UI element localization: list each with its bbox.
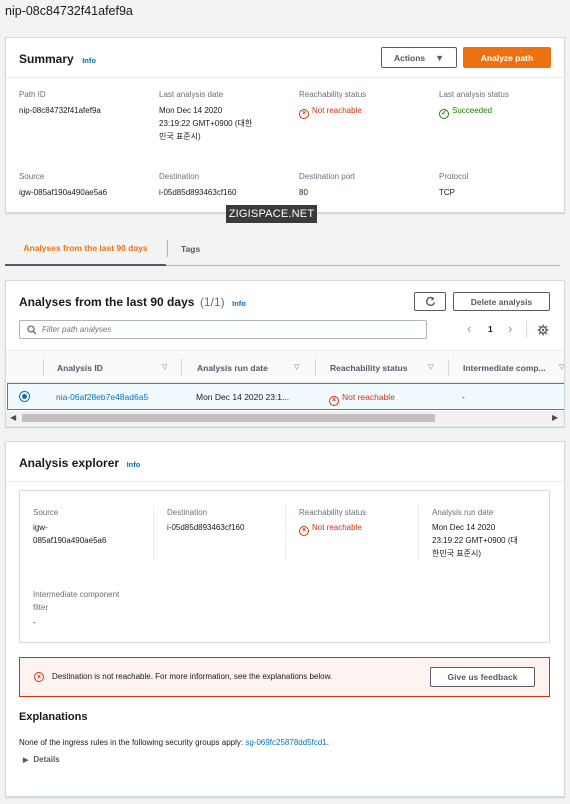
row-intermediate: - [462,392,465,402]
explorer-run-date-line2: 23:19:22 GMT+0900 (대 [432,536,518,545]
explanation-text: None of the ingress rules in the followi… [19,738,246,747]
row-radio-selected[interactable] [19,391,30,402]
settings-gear-icon[interactable] [537,324,549,336]
summary-info-link[interactable]: Info [82,56,96,65]
summary-card: Summary Info Actions ▼ Analyze path Path… [5,37,565,213]
actions-button[interactable]: Actions ▼ [381,47,457,68]
path-id-label: Path ID [19,90,46,99]
last-analysis-date-line1: Mon Dec 14 2020 [159,106,223,115]
scroll-left-arrow-icon[interactable]: ◀ [10,413,16,422]
scroll-right-arrow-icon[interactable]: ▶ [552,413,558,422]
last-analysis-date-line3: 민국 표준시) [159,132,201,141]
intermediate-filter-label-line2: filter [33,603,49,612]
error-alert-text: Destination is not reachable. For more i… [52,672,333,681]
last-analysis-date-label: Last analysis date [159,90,224,99]
refresh-icon [425,296,435,307]
analyses-title: Analyses from the last 90 days [19,295,195,309]
protocol-label: Protocol [439,172,469,181]
column-header-run-date[interactable]: Analysis run date [197,363,268,373]
details-label: Details [33,755,60,764]
error-icon: × [299,108,309,119]
last-analysis-status-label: Last analysis status [439,90,509,99]
destination-port-value: 80 [299,188,308,197]
column-header-analysis-id[interactable]: Analysis ID [57,363,103,373]
destination-value: i-05d85d893463cf160 [159,188,237,197]
explorer-title: Analysis explorer [19,456,120,470]
explorer-source-line1: igw- [33,523,48,532]
filter-input-wrapper[interactable] [19,320,427,339]
explorer-source-label: Source [33,508,59,517]
explorer-run-date-line3: 한민국 표준시) [432,549,482,558]
explorer-info-link[interactable]: Info [127,460,141,469]
explorer-reachability-value: Not reachable [312,523,362,532]
row-analysis-id-link[interactable]: nia-06af28eb7e48ad6a5 [56,392,148,402]
scrollbar-thumb[interactable] [22,414,435,422]
reachability-status-label: Reachability status [299,90,367,99]
give-feedback-button[interactable]: Give us feedback [430,667,535,687]
caret-down-icon: ▼ [435,52,445,63]
analyses-count: (1/1) [199,295,225,309]
refresh-button[interactable] [414,292,446,311]
analyses-info-link[interactable]: Info [232,299,246,308]
tab-bar: Analyses from the last 90 days Tags [5,232,560,266]
filter-input[interactable] [42,323,422,336]
source-label: Source [19,172,45,181]
explanations-title: Explanations [19,711,88,723]
protocol-value: TCP [439,188,455,197]
explorer-reachability-label: Reachability status [299,508,367,517]
details-expander[interactable]: ▶ Details [23,755,60,764]
last-analysis-status-value: Succeeded [452,106,493,115]
search-icon [27,325,37,335]
destination-label: Destination [159,172,200,181]
column-header-reachability[interactable]: Reachability status [330,363,407,373]
caret-right-icon: ▶ [23,757,29,764]
last-analysis-date-line2: 23:19:22 GMT+0900 (대한 [159,119,253,128]
explorer-destination-label: Destination [167,508,208,517]
sort-caret-icon[interactable]: ▽ [162,363,167,371]
analyze-path-button[interactable]: Analyze path [463,47,551,68]
path-id-value: nip-08c84732f41afef9a [19,106,101,115]
row-run-date: Mon Dec 14 2020 23:1... [196,392,290,402]
sort-caret-icon[interactable]: ▽ [294,363,299,371]
watermark: ZIGISPACE.NET [226,205,317,223]
pagination-next-icon[interactable]: › [508,321,512,336]
explorer-run-date-label: Analysis run date [432,508,494,517]
actions-label: Actions [393,52,426,63]
source-value: igw-085af190a490ae5a6 [19,188,108,197]
intermediate-filter-value: - [33,618,36,627]
table-header: Analysis ID ▽ Analysis run date ▽ Reacha… [6,350,564,383]
sort-caret-icon[interactable]: ▽ [428,363,433,371]
explorer-details-box: Source igw- 085af190a490ae5a6 Destinatio… [19,490,550,643]
reachability-status-value: Not reachable [312,106,362,115]
explorer-card: Analysis explorer Info Source igw- 085af… [5,441,565,797]
security-group-link[interactable]: sg-069fc25878dd5fcd1 [245,738,326,747]
page-title: nip-08c84732f41afef9a [5,4,133,18]
error-icon: × [299,525,309,536]
explorer-source-line2: 085af190a490ae5a6 [33,536,107,545]
explanation-end: . [326,738,329,747]
row-reachability-status: Not reachable [342,392,395,402]
explorer-run-date-line1: Mon Dec 14 2020 [432,523,496,532]
error-icon: × [329,395,339,406]
column-header-intermediate[interactable]: Intermediate comp... [463,363,546,373]
summary-title: Summary [19,52,74,66]
explorer-destination-value: i-05d85d893463cf160 [167,523,245,532]
pagination-page-number[interactable]: 1 [488,324,493,334]
tab-analyses[interactable]: Analyses from the last 90 days [5,232,166,266]
tab-tags[interactable]: Tags [181,232,200,266]
horizontal-scrollbar[interactable]: ◀ ▶ [6,411,564,425]
sort-caret-icon[interactable]: ▽ [559,363,564,371]
error-alert: × Destination is not reachable. For more… [19,657,550,697]
destination-port-label: Destination port [299,172,356,181]
pagination-prev-icon[interactable]: ‹ [467,321,471,336]
delete-analysis-button[interactable]: Delete analysis [453,292,550,311]
intermediate-filter-label-line1: Intermediate component [33,590,120,599]
analyses-card: Analyses from the last 90 days (1/1) Inf… [5,280,565,427]
error-icon: × [34,672,44,682]
success-icon: ✓ [439,108,449,119]
table-row[interactable]: nia-06af28eb7e48ad6a5 Mon Dec 14 2020 23… [7,383,564,410]
